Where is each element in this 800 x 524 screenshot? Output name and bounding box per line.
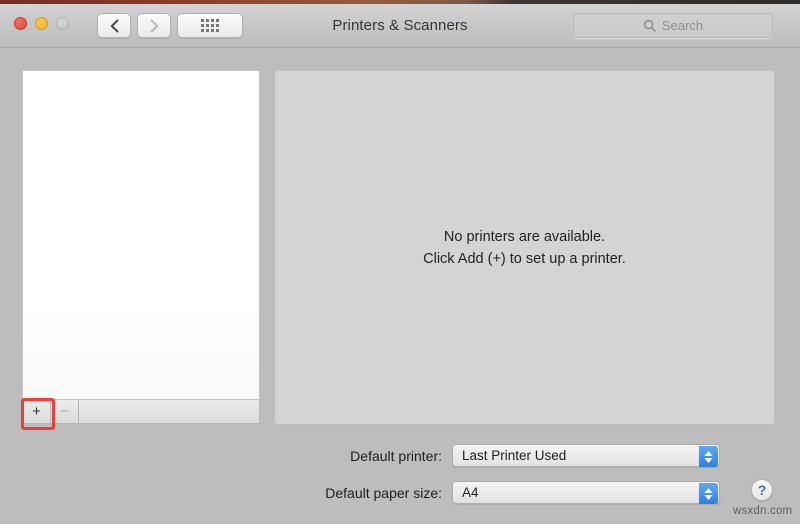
remove-printer-button: − <box>51 400 79 423</box>
search-icon <box>643 19 656 32</box>
empty-state-message: No printers are available. Click Add (+)… <box>423 226 626 270</box>
forward-button <box>137 13 171 38</box>
grid-icon <box>201 19 219 32</box>
minimize-button[interactable] <box>35 17 48 30</box>
default-paper-size-label: Default paper size: <box>325 484 442 501</box>
default-printer-select[interactable]: Last Printer Used <box>452 444 720 467</box>
window-titlebar: Printers & Scanners Search <box>0 4 800 48</box>
zoom-button <box>56 17 69 30</box>
toolbar-filler <box>79 400 259 423</box>
search-input[interactable]: Search <box>573 13 773 38</box>
default-paper-size-value: A4 <box>462 485 479 500</box>
chevron-down-icon <box>704 457 713 463</box>
show-all-button[interactable] <box>177 13 243 38</box>
watermark: wsxdn.com <box>733 505 793 517</box>
default-paper-size-select[interactable]: A4 <box>452 481 720 504</box>
close-button[interactable] <box>14 17 27 30</box>
default-printer-stepper-icon <box>699 446 718 467</box>
help-button[interactable]: ? <box>751 479 773 501</box>
window-controls <box>14 17 69 30</box>
chevron-down-icon <box>704 494 713 500</box>
chevron-up-icon <box>704 450 713 456</box>
chevron-right-icon <box>150 19 158 32</box>
add-printer-button[interactable]: + <box>23 400 51 423</box>
chevron-left-icon <box>110 19 118 32</box>
back-button[interactable] <box>97 13 131 38</box>
default-printer-value: Last Printer Used <box>462 448 567 463</box>
default-printer-row: Default printer: Last Printer Used <box>0 444 720 467</box>
empty-state-line-1: No printers are available. <box>443 228 606 245</box>
printer-detail-panel: No printers are available. Click Add (+)… <box>274 70 775 425</box>
search-placeholder: Search <box>661 18 704 33</box>
empty-state-line-2: Click Add (+) to set up a printer. <box>423 250 626 267</box>
default-paper-size-row: Default paper size: A4 <box>0 481 720 504</box>
printer-list[interactable] <box>22 70 260 400</box>
default-printer-label: Default printer: <box>350 447 442 464</box>
chevron-up-icon <box>704 487 713 493</box>
preferences-window: Printers & Scanners Search + − No printe… <box>0 0 800 524</box>
printer-list-toolbar: + − <box>22 400 260 424</box>
default-paper-size-stepper-icon <box>699 483 718 504</box>
navigation-buttons <box>97 13 171 38</box>
preferences-content: + − No printers are available. Click Add… <box>0 48 800 524</box>
